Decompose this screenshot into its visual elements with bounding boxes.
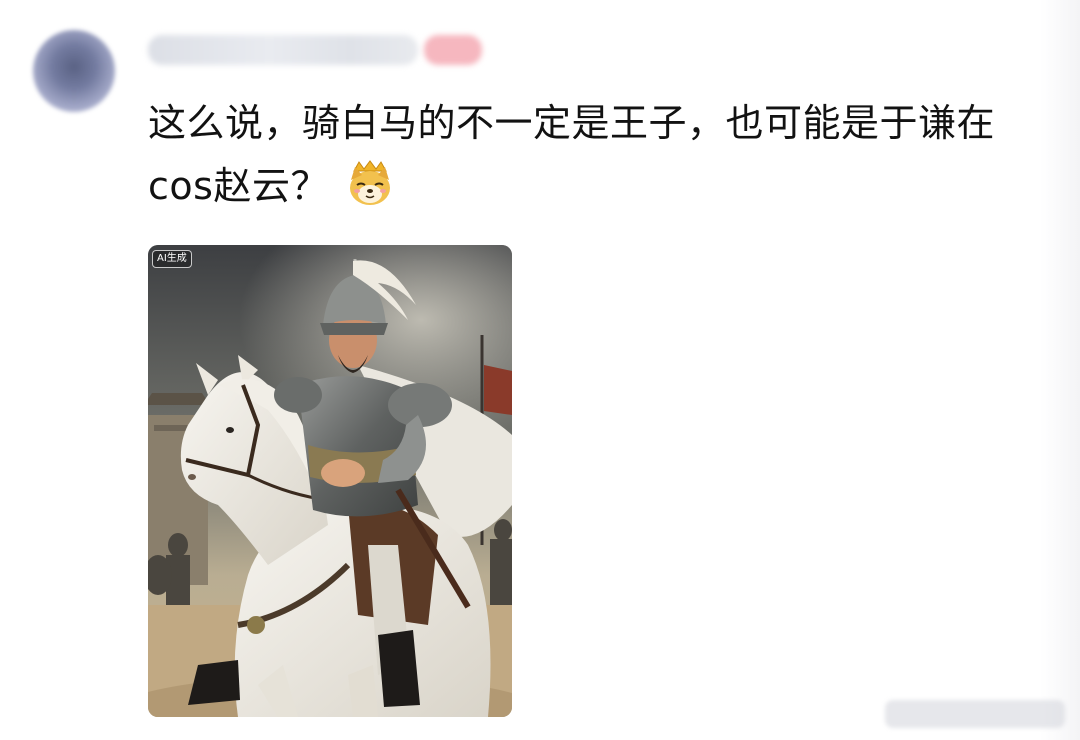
comment-text: 这么说，骑白马的不一定是王子，也可能是于谦在 cos赵云？	[148, 92, 1028, 218]
right-edge-shadow	[1040, 0, 1080, 740]
comment-line-1: 这么说，骑白马的不一定是王子，也可能是于谦在	[148, 101, 996, 145]
doge-emoji-icon	[345, 158, 395, 208]
user-badge-blurred	[424, 35, 482, 65]
watermark-blurred	[885, 700, 1065, 728]
username-blurred[interactable]	[148, 35, 418, 65]
post-image[interactable]: AI生成	[148, 245, 512, 717]
general-on-white-horse-image	[148, 245, 512, 717]
ai-generated-tag: AI生成	[152, 250, 192, 268]
avatar[interactable]	[33, 30, 115, 112]
comment-line-2-text: cos赵云？	[148, 164, 329, 208]
comment-line-2: cos赵云？	[148, 155, 1028, 218]
